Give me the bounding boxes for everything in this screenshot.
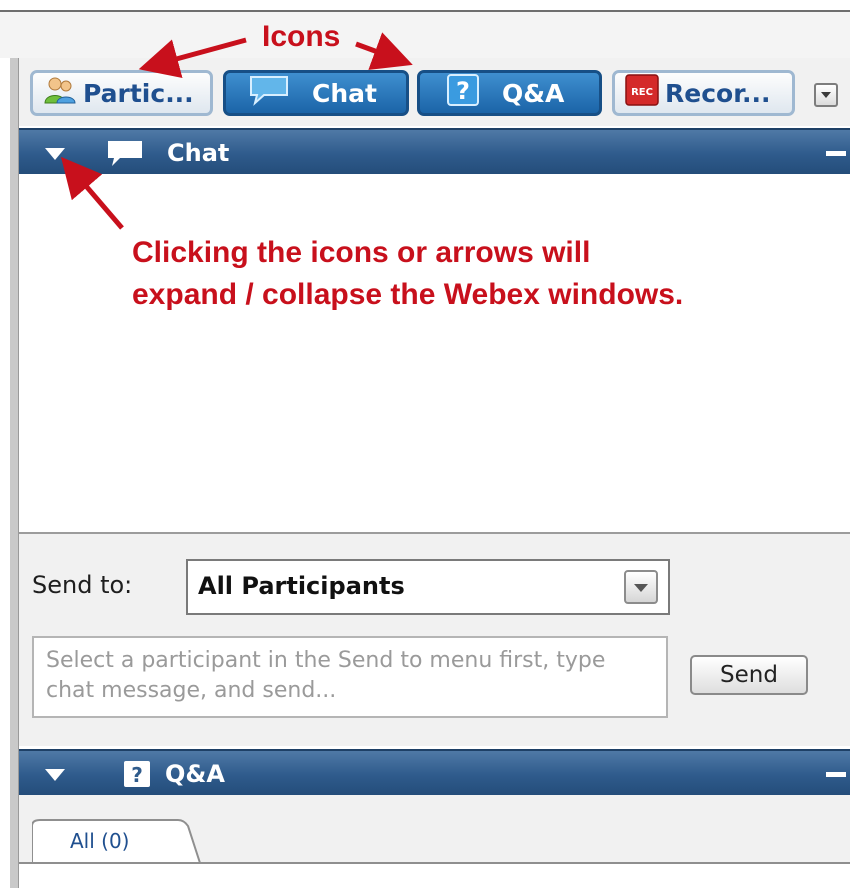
chat-panel-title: Chat [167,139,230,167]
svg-text:REC: REC [631,87,653,98]
annotation-instruction: Clicking the icons or arrows will expand… [132,232,683,316]
annotation-icons-label: Icons [262,20,341,53]
minimize-icon[interactable] [826,151,846,156]
send-to-label: Send to: [32,571,133,599]
svg-text:?: ? [131,763,143,787]
chevron-down-icon[interactable] [624,570,658,604]
recorder-button[interactable]: REC Recor... [612,70,795,116]
chat-panel-header[interactable]: Chat [19,128,850,174]
recorder-button-label: Recor... [665,78,771,108]
qa-list-area [19,864,850,888]
chat-icon [248,74,290,112]
send-button[interactable]: Send [690,655,808,695]
qa-panel-title: Q&A [165,760,225,788]
annotation-line-1: Clicking the icons or arrows will [132,236,591,269]
chat-message-area [19,174,850,534]
qa-panel-header[interactable]: ? Q&A [19,749,850,795]
send-to-value: All Participants [198,572,405,600]
collapse-arrow-icon[interactable] [45,769,65,781]
window-left-edge [10,58,19,888]
chat-header-icon[interactable] [105,139,145,175]
tab-all-label: All (0) [70,829,130,853]
qa-button[interactable]: ? Q&A [417,70,602,116]
participants-button-label: Partic... [83,78,194,108]
toolbar-more-dropdown[interactable] [814,83,838,107]
window-top-band [0,12,850,58]
chat-button[interactable]: Chat [223,70,409,116]
qa-header-icon[interactable]: ? [123,760,151,794]
record-icon: REC [625,74,659,112]
participants-button[interactable]: Partic... [30,70,213,116]
question-icon: ? [446,74,480,112]
collapse-arrow-icon[interactable] [45,148,65,160]
svg-text:?: ? [456,77,470,105]
participants-icon [43,75,77,111]
chat-button-label: Chat [312,78,377,108]
chat-message-placeholder: Select a participant in the Send to menu… [46,648,606,703]
qa-button-label: Q&A [502,78,565,108]
annotation-line-2: expand / collapse the Webex windows. [132,278,684,311]
minimize-icon[interactable] [826,772,846,777]
